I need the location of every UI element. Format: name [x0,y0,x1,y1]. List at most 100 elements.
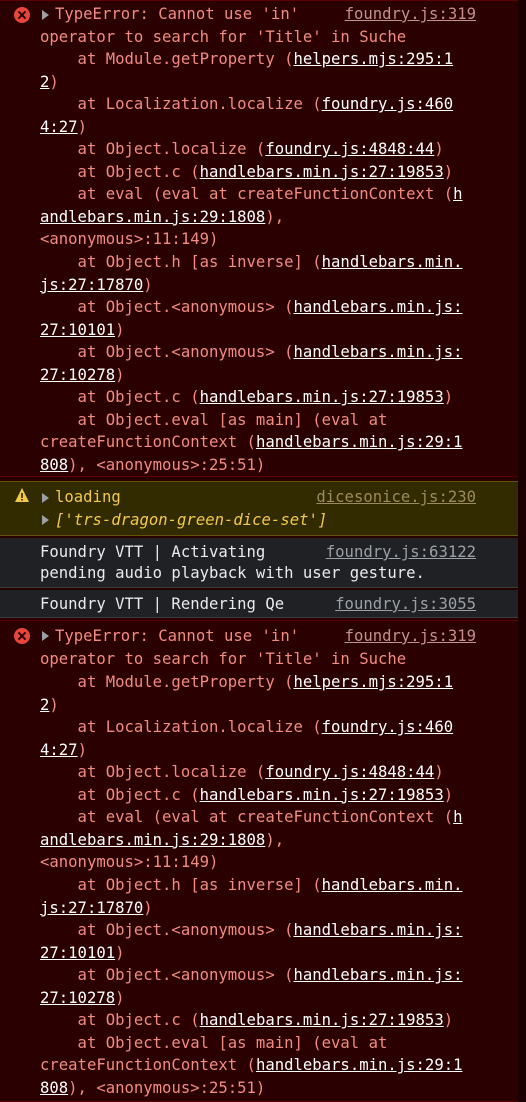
stack-frame-source-link[interactable]: 2 [40,696,49,714]
console-error-entry[interactable]: TypeError: Cannot use 'in' foundry.js:31… [0,0,526,477]
stack-frame-text: at Object.c ( [40,1011,200,1030]
stack-frame-line: at Object.<anonymous> (handlebars.min.js… [40,919,463,941]
stack-frame-line: at Object.c (handlebars.min.js:27:19853) [40,1009,454,1031]
stack-frame-line: at Object.eval [as main] (eval at [40,409,388,431]
stack-frame-source-link[interactable]: 2 [40,73,49,91]
stack-frame-source-link[interactable]: handlebars.min.js: [293,966,462,984]
stack-frame-source-link[interactable]: foundry.js:4848:44 [265,140,434,158]
error-source-link[interactable]: foundry.js:319 [345,3,476,25]
stack-frame-source-link[interactable]: handlebars.min.js: [293,298,462,316]
stack-frame-text: at Object.<anonymous> ( [40,343,294,362]
stack-frame-source-link[interactable]: h [453,185,462,203]
expand-triangle-icon[interactable] [42,493,49,503]
console-log-entry[interactable]: Foundry VTT | Rendering Qe foundry.js:30… [0,590,526,618]
stack-frame-source-link[interactable]: js:27:17870 [40,899,143,917]
stack-frame-line: 2) [40,71,59,93]
stack-frame-line: at Module.getProperty (helpers.mjs:295:1 [40,48,454,70]
stack-frame-text: at Object.eval [as main] (eval at [40,1033,388,1052]
console-warning-entry[interactable]: loading dicesonice.js:230 ['trs-dragon-g… [0,481,526,536]
stack-frame-source-link[interactable]: 27:10278 [40,989,115,1007]
stack-frame-line: <anonymous>:11:149) [40,228,218,250]
stack-frame-line: 4:27) [40,116,87,138]
stack-frame-source-link[interactable]: handlebars.min.js:27:19853 [200,1011,444,1029]
stack-frame-text: <anonymous>:11:149) [40,230,219,249]
stack-frame-text: createFunctionContext ( [40,1056,256,1075]
stack-frame-source-link[interactable]: andlebars.min.js:29:1808 [40,208,265,226]
stack-frame-source-link[interactable]: handlebars.min. [322,253,463,271]
error-message-line1: TypeError: Cannot use 'in' [55,627,300,645]
stack-frame-line: at Module.getProperty (helpers.mjs:295:1 [40,671,454,693]
stack-frame-text: ) [49,695,59,714]
stack-frame-source-link[interactable]: 808 [40,456,68,474]
console-panel: TypeError: Cannot use 'in' foundry.js:31… [0,0,526,1102]
stack-frame-text: at Object.localize ( [40,140,266,159]
stack-frame-source-link[interactable]: handlebars.min.js:29:1 [256,1056,463,1074]
stack-frame-source-link[interactable]: foundry.js:4848:44 [265,763,434,781]
stack-frame-text: <anonymous>:11:149) [40,853,219,872]
stack-frame-text: ), <anonymous>:25:51) [68,455,266,474]
stack-frame-line: js:27:17870) [40,897,153,919]
stack-frame-line: at Object.<anonymous> (handlebars.min.js… [40,341,463,363]
expand-triangle-icon[interactable] [42,631,49,641]
stack-frame-source-link[interactable]: 27:10101 [40,321,115,339]
stack-frame-source-link[interactable]: helpers.mjs:295:1 [293,50,453,68]
error-icon [14,7,30,23]
stack-frame-line: at Object.h [as inverse] (handlebars.min… [40,251,463,273]
log-source-link[interactable]: foundry.js:3055 [335,593,476,615]
stack-frame-source-link[interactable]: 808 [40,1079,68,1097]
expand-triangle-icon[interactable] [42,10,49,20]
stack-frame-line: at Object.h [as inverse] (handlebars.min… [40,874,463,896]
stack-frame-text: at Object.localize ( [40,763,266,782]
stack-frame-text: at Localization.localize ( [40,718,322,737]
stack-frame-text: ) [115,943,125,962]
stack-frame-source-link[interactable]: 4:27 [40,118,78,136]
scrollbar[interactable] [518,0,526,1102]
stack-frame-text: at Object.c ( [40,785,200,804]
stack-frame-text: ) [143,275,153,294]
stack-frame-source-link[interactable]: handlebars.min.js:29:1 [256,433,463,451]
stack-frame-line: andlebars.min.js:29:1808), [40,829,284,851]
error-message-line1: TypeError: Cannot use 'in' [55,5,300,23]
stack-frame-line: 808), <anonymous>:25:51) [40,454,265,476]
stack-frame-source-link[interactable]: handlebars.min.js:27:19853 [200,388,444,406]
console-error-entry[interactable]: TypeError: Cannot use 'in' foundry.js:31… [0,620,526,1102]
stack-frame-text: at Object.c ( [40,162,200,181]
stack-frame-source-link[interactable]: 4:27 [40,741,78,759]
error-message-line2: operator to search for 'Title' in Suche [40,28,407,46]
console-log-entry[interactable]: Foundry VTT | Activating foundry.js:6312… [0,538,526,588]
stack-frame-text: ) [77,117,87,136]
error-source-link[interactable]: foundry.js:319 [345,625,476,647]
stack-frame-text: at Object.eval [as main] (eval at [40,410,388,429]
stack-frame-text: at Module.getProperty ( [40,50,294,68]
stack-frame-source-link[interactable]: handlebars.min.js:27:19853 [200,786,444,804]
stack-frame-source-link[interactable]: 27:10278 [40,366,115,384]
stack-frame-text: at Localization.localize ( [40,95,322,114]
warning-source-link[interactable]: dicesonice.js:230 [316,486,476,508]
stack-frame-text: ) [443,388,454,407]
stack-frame-line: at Object.c (handlebars.min.js:27:19853) [40,161,454,183]
warning-label: loading [55,488,121,506]
expand-triangle-icon[interactable] [42,515,49,525]
stack-frame-text: at Object.<anonymous> ( [40,298,294,317]
stack-frame-source-link[interactable]: h [453,808,462,826]
stack-frame-source-link[interactable]: handlebars.min. [322,876,463,894]
log-message-line1: Foundry VTT | Rendering Qe [40,595,285,613]
stack-frame-source-link[interactable]: foundry.js:460 [322,95,453,113]
stack-frame-line: 27:10101) [40,319,125,341]
stack-frame-source-link[interactable]: js:27:17870 [40,276,143,294]
stack-frame-line: 27:10101) [40,942,125,964]
stack-frame-source-link[interactable]: handlebars.min.js:27:19853 [200,163,444,181]
error-icon [14,628,30,644]
stack-frame-source-link[interactable]: helpers.mjs:295:1 [293,673,453,691]
log-source-link[interactable]: foundry.js:63122 [326,541,476,563]
stack-frame-text: ) [115,320,125,339]
stack-frame-source-link[interactable]: andlebars.min.js:29:1808 [40,831,265,849]
stack-frame-source-link[interactable]: 27:10101 [40,944,115,962]
stack-frame-source-link[interactable]: foundry.js:460 [322,718,453,736]
stack-frame-line: at Object.c (handlebars.min.js:27:19853) [40,386,454,408]
stack-frame-source-link[interactable]: handlebars.min.js: [293,921,462,939]
stack-frame-source-link[interactable]: handlebars.min.js: [293,343,462,361]
stack-frame-text: ), [265,830,285,849]
stack-frame-line: andlebars.min.js:29:1808), [40,206,284,228]
stack-frame-text: createFunctionContext ( [40,433,256,452]
